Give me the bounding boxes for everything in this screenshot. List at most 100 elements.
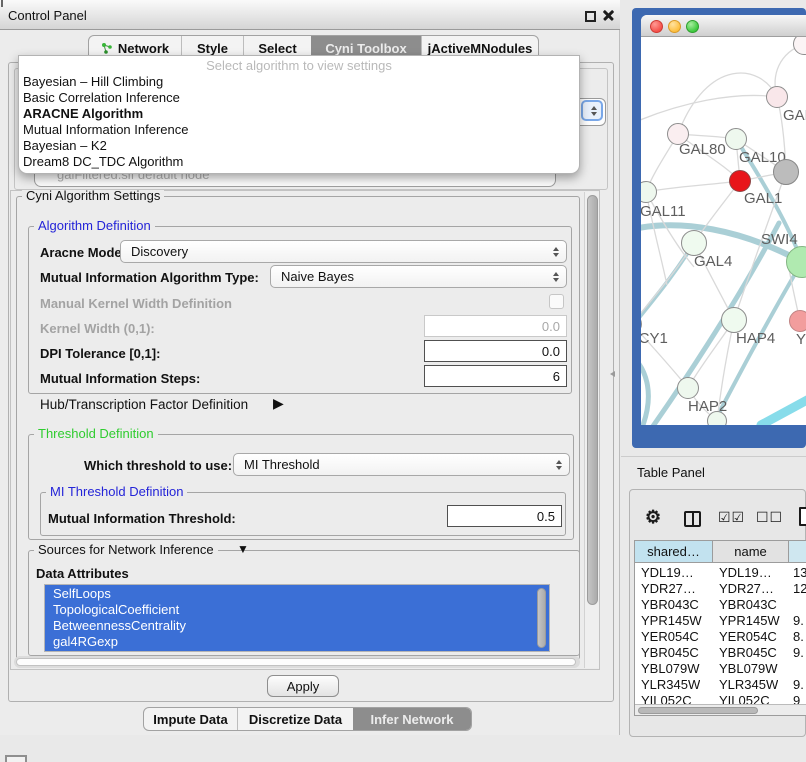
table-cell[interactable]: 12 [793,581,806,596]
table-cell[interactable]: 13 [793,565,806,580]
table-cell[interactable]: YBR043C [641,597,699,612]
network-node-label: HAP4 [736,330,775,347]
table-cell[interactable]: 9. [793,645,804,660]
columns-icon[interactable] [684,511,701,527]
algorithm-option[interactable]: Basic Correlation Inference [23,90,180,105]
document-icon[interactable] [799,507,806,526]
table-hscrollbar[interactable] [635,704,806,715]
tab-cyni-toolbox-label: Cyni Toolbox [325,41,406,56]
table-rows: YDL19… YDL19… 13 YDR27… YDR27… 12 YBR043… [635,563,806,704]
table-cell[interactable]: YBL079W [641,661,700,676]
tab-jactivemnodules-label: jActiveMNodules [428,41,533,56]
table-cell[interactable]: YDL19… [719,565,772,580]
settings-vscrollbar[interactable] [584,192,599,668]
tab-discretize-data[interactable]: Discretize Data [237,708,353,730]
mi-algorithm-type-combo[interactable]: Naive Bayes [270,265,567,288]
network-node[interactable] [773,159,799,185]
which-threshold-combo[interactable]: MI Threshold [233,453,570,476]
table-cell[interactable]: YPR145W [641,613,702,628]
control-panel-titlebar[interactable]: Control Panel [0,0,620,30]
attribute-item[interactable]: SelfLoops [45,586,549,602]
table-cell[interactable]: YBR043C [719,597,777,612]
table-cell[interactable]: YER054C [719,629,777,644]
table-panel: ⚙ ☑☑ ☐☐ shared… name YDL19… YDL19… 13 YD… [629,489,806,737]
algorithm-option[interactable]: Bayesian – K2 [23,138,107,153]
network-canvas[interactable]: GALGAL80GAL10GAL1GAL11SWI4GAL4GCY1HAP4YH… [641,37,806,425]
kernel-width-value: 0.0 [542,319,560,334]
settings-vscrollbar-thumb[interactable] [587,195,598,605]
window-close-icon[interactable] [602,9,615,22]
table-panel-title: Table Panel [637,465,705,480]
table-cell[interactable]: YBR045C [641,645,699,660]
close-traffic-light-icon[interactable] [650,20,663,33]
column-header-partial[interactable] [789,541,806,563]
manual-kernel-label: Manual Kernel Width Definition [40,296,232,311]
partial-corner-button[interactable] [5,755,27,762]
network-node-label: GAL11 [641,203,686,220]
checked-boxes-icon[interactable]: ☑☑ [718,509,745,526]
attribute-item[interactable]: gal4RGexp [45,634,549,650]
table-cell[interactable]: 9. [793,613,804,628]
algorithm-option-selected[interactable]: ARACNE Algorithm [23,106,143,121]
list-scrollbar-thumb[interactable] [537,588,546,648]
titlebar-tick [1,0,3,7]
table-cell[interactable]: 8. [793,629,804,644]
network-node-hap2[interactable] [677,377,699,399]
dpi-tolerance-field[interactable]: 0.0 [424,340,567,362]
algorithm-option[interactable]: Mutual Information Inference [23,122,188,137]
table-cell[interactable]: YIL052C [719,693,770,704]
tab-infer-network[interactable]: Infer Network [353,708,471,730]
network-icon [101,42,113,54]
manual-kernel-checkbox[interactable] [549,294,564,309]
table-cell[interactable]: YDL19… [641,565,694,580]
table-cell[interactable]: YDR27… [719,581,774,596]
window-float-icon[interactable] [585,11,596,22]
table-cell[interactable]: YIL052C [641,693,692,704]
combo-arrows-icon [553,247,559,257]
column-header-shared[interactable]: shared… [635,541,713,563]
network-node-label: GAL4 [694,253,732,270]
aracne-mode-combo[interactable]: Discovery [120,240,567,263]
unchecked-boxes-icon[interactable]: ☐☐ [756,509,783,526]
mi-threshold-field[interactable]: 0.5 [447,505,562,527]
attribute-item[interactable]: BetweennessCentrality [45,618,549,634]
algorithm-option[interactable]: Dream8 DC_TDC Algorithm [23,154,183,169]
table-cell[interactable]: 9 [793,693,800,704]
table-hscrollbar-thumb[interactable] [638,707,758,714]
algorithm-option[interactable]: Bayesian – Hill Climbing [23,74,163,89]
hub-section-label[interactable]: Hub/Transcription Factor Definition [40,397,248,412]
apply-button[interactable]: Apply [267,675,339,697]
settings-hscrollbar[interactable] [14,656,580,668]
table-cell[interactable]: YLR345W [719,677,778,692]
sources-collapse-icon[interactable]: ▼ [237,542,249,556]
table-cell[interactable]: YBL079W [719,661,778,676]
kernel-width-field[interactable]: 0.0 [424,315,567,337]
mi-steps-field[interactable]: 6 [424,365,567,387]
column-header-name[interactable]: name [713,541,789,563]
hub-expand-icon[interactable]: ▶ [273,395,284,412]
minimize-traffic-light-icon[interactable] [668,20,681,33]
data-attributes-list[interactable]: SelfLoops TopologicalCoefficient Between… [44,584,550,652]
network-node-gal1[interactable] [729,170,751,192]
zoom-traffic-light-icon[interactable] [686,20,699,33]
network-node-label: GAL80 [679,141,726,158]
apply-button-label: Apply [287,679,320,694]
network-node-y[interactable] [789,310,806,332]
table-cell[interactable]: 9. [793,677,804,692]
tab-discretize-data-label: Discretize Data [249,712,342,727]
network-node-gal[interactable] [766,86,788,108]
network-node[interactable] [707,411,727,425]
table-cell[interactable]: YLR345W [641,677,700,692]
table-cell[interactable]: YER054C [641,629,699,644]
gear-icon[interactable]: ⚙ [645,508,661,526]
network-node-gal10[interactable] [725,128,747,150]
sources-title[interactable]: Sources for Network Inference [34,543,218,557]
table-cell[interactable]: YDR27… [641,581,696,596]
network-window-titlebar[interactable] [641,15,806,37]
mi-algorithm-type-value: Naive Bayes [281,269,354,284]
attribute-item[interactable]: TopologicalCoefficient [45,602,549,618]
network-window: GALGAL80GAL10GAL1GAL11SWI4GAL4GCY1HAP4YH… [641,15,806,425]
table-cell[interactable]: YBR045C [719,645,777,660]
table-cell[interactable]: YPR145W [719,613,780,628]
tab-impute-data[interactable]: Impute Data [144,708,237,730]
